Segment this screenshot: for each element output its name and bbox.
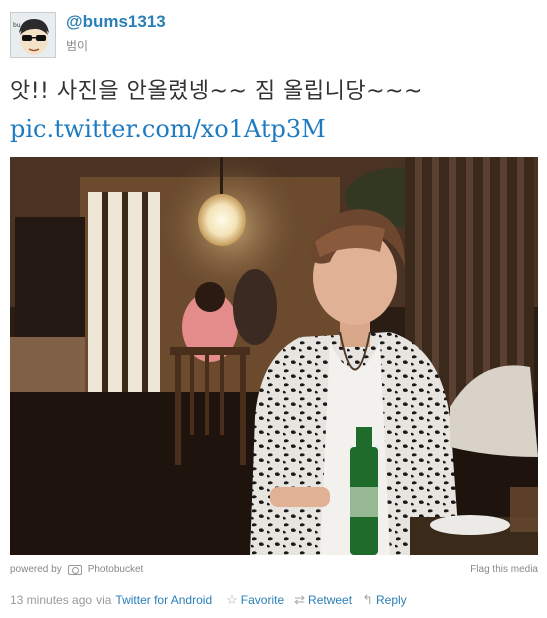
reply-label: Reply <box>375 593 407 607</box>
media-credit-row: powered by Photobucket Flag this media <box>10 564 538 578</box>
camera-icon <box>67 564 82 575</box>
tweet-photo[interactable] <box>10 157 538 555</box>
client-link[interactable]: Twitter for Android <box>115 593 212 607</box>
retweet-button[interactable]: ⇄ Retweet <box>294 592 352 608</box>
tweet-media-link[interactable]: pic.twitter.com/xo1Atp3M <box>10 115 326 143</box>
user-handle[interactable]: @bums1313 <box>66 12 166 32</box>
favorite-label: Favorite <box>240 593 285 607</box>
star-icon: ☆ <box>226 592 238 607</box>
timestamp[interactable]: 13 minutes ago <box>10 593 92 607</box>
restaurant-photo <box>10 157 538 555</box>
photobucket-link[interactable]: Photobucket <box>88 564 144 575</box>
avatar[interactable]: bu <box>10 12 56 58</box>
tweet-meta-row: 13 minutes ago via Twitter for Android ☆… <box>10 592 407 608</box>
user-name: 범이 <box>66 39 89 53</box>
avatar-cartoon-icon: bu <box>11 13 55 57</box>
reply-icon: ↰ <box>362 592 373 607</box>
favorite-button[interactable]: ☆ Favorite <box>226 592 284 608</box>
reply-button[interactable]: ↰ Reply <box>362 592 407 608</box>
retweet-icon: ⇄ <box>294 592 306 607</box>
tweet-text: 앗!! 사진을 안올렸넹~~ 짐 올립니당~~~ <box>10 79 423 104</box>
svg-text:bu: bu <box>13 22 21 29</box>
powered-by-label: powered by <box>10 564 62 575</box>
retweet-label: Retweet <box>308 593 353 607</box>
via-label: via <box>96 593 112 607</box>
flag-media-link[interactable]: Flag this media <box>470 564 538 575</box>
